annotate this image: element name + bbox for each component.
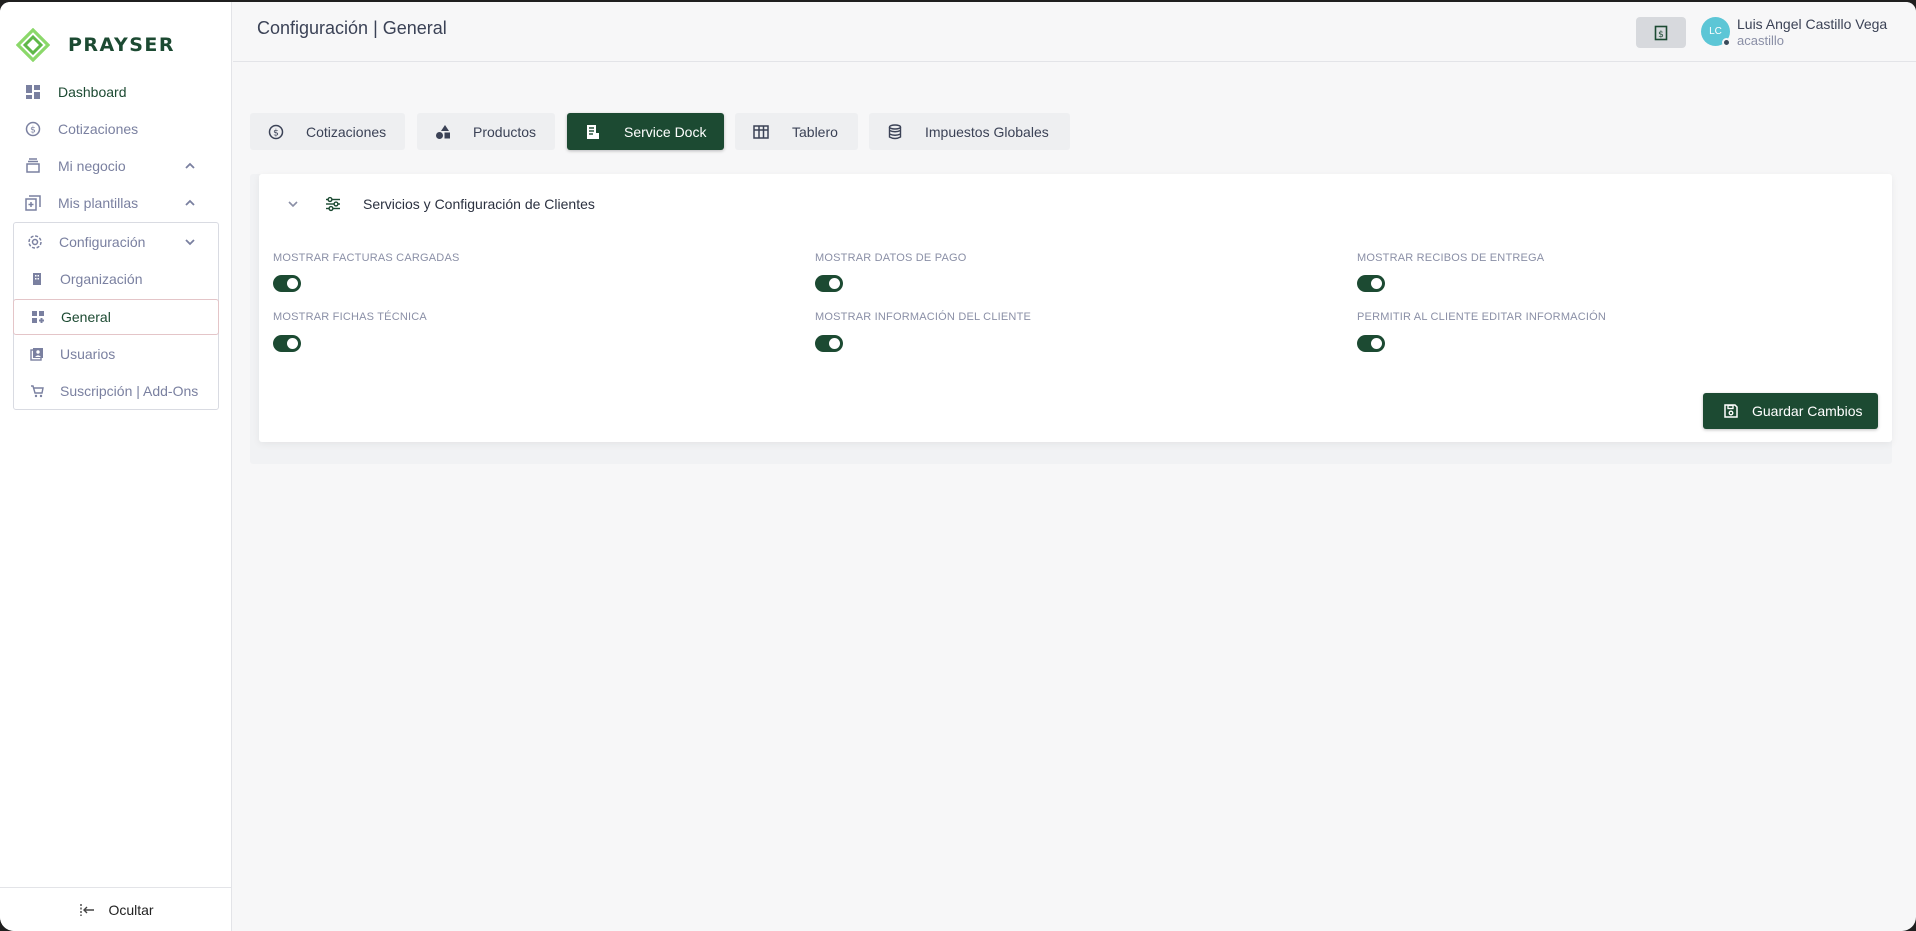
tab-label: Service Dock [624, 123, 707, 140]
table-icon [753, 124, 769, 140]
grid-icon [30, 309, 46, 325]
tab-tablero[interactable]: Tablero [735, 113, 858, 150]
templates-icon [24, 194, 42, 212]
brand-name: PRAYSER [68, 34, 175, 56]
toggle-editar-informacion[interactable] [1357, 335, 1385, 352]
sidebar-item-mis-plantillas[interactable]: Mis plantillas [0, 186, 232, 220]
chevron-down-icon[interactable] [285, 196, 301, 212]
sidebar-subitem-usuarios[interactable]: Usuarios [13, 336, 219, 372]
tab-service-dock[interactable]: Service Dock [567, 113, 724, 150]
dollar-circle-icon: $ [268, 124, 284, 140]
card-header: Servicios y Configuración de Clientes [259, 174, 1892, 234]
top-header: Configuración | General $ LC Luis Angel … [233, 2, 1916, 62]
save-changes-button[interactable]: Guardar Cambios [1703, 393, 1878, 429]
sidebar-item-label: Dashboard [58, 84, 127, 100]
tab-label: Cotizaciones [306, 123, 387, 140]
dollar-circle-icon: $ [24, 120, 42, 138]
dashboard-icon [24, 83, 42, 101]
sidebar-item-label: Mi negocio [58, 158, 126, 174]
toggle-knob [287, 338, 298, 349]
sidebar-item-label: Configuración [59, 234, 146, 250]
prayser-logo-icon [16, 28, 50, 62]
toggle-knob [829, 278, 840, 289]
sidebar-item-label: Cotizaciones [58, 121, 139, 137]
option-label: MOSTRAR FACTURAS CARGADAS [273, 252, 460, 264]
user-name[interactable]: Luis Angel Castillo Vega [1737, 16, 1887, 32]
gear-icon [26, 233, 44, 251]
avatar-initials: LC [1709, 26, 1722, 37]
hide-sidebar-button[interactable]: Ocultar [0, 887, 232, 931]
status-dot [1722, 38, 1731, 47]
toggle-knob [1371, 278, 1382, 289]
option-label: PERMITIR AL CLIENTE EDITAR INFORMACIÓN [1357, 311, 1607, 323]
hide-sidebar-label: Ocultar [108, 901, 154, 918]
invoice-dollar-icon: $ [1654, 25, 1668, 40]
sidebar-item-label: Mis plantillas [58, 195, 139, 211]
sidebar-subitem-general[interactable]: General [13, 299, 219, 335]
sidebar-item-configuracion[interactable]: Configuración [0, 225, 232, 259]
sidebar-item-cotizaciones[interactable]: $ Cotizaciones [0, 112, 232, 146]
sidebar-item-mi-negocio[interactable]: Mi negocio [0, 149, 232, 183]
database-icon [887, 123, 903, 140]
sidebar-subitem-label: General [61, 309, 111, 325]
sliders-icon [326, 196, 340, 212]
save-changes-label: Guardar Cambios [1752, 403, 1863, 419]
svg-text:$: $ [30, 126, 36, 136]
chevron-up-icon[interactable] [183, 159, 197, 173]
toggle-facturas-cargadas[interactable] [273, 275, 301, 292]
toggle-informacion-del-cliente[interactable] [815, 335, 843, 352]
toggle-datos-de-pago[interactable] [815, 275, 843, 292]
chevron-up-icon[interactable] [183, 196, 197, 210]
avatar[interactable]: LC [1701, 17, 1731, 47]
tab-cotizaciones[interactable]: $ Cotizaciones [250, 113, 405, 150]
option-label: MOSTRAR INFORMACIÓN DEL CLIENTE [815, 311, 1032, 323]
option-label: MOSTRAR RECIBOS DE ENTREGA [1357, 252, 1545, 264]
sidebar-subitem-suscripcion[interactable]: Suscripción | Add-Ons [13, 373, 219, 409]
document-icon [585, 124, 601, 140]
toggle-recibos-de-entrega[interactable] [1357, 275, 1385, 292]
sidebar: PRAYSER Dashboard $ Cotizaciones Mi nego… [0, 2, 232, 931]
svg-text:$: $ [1658, 30, 1664, 40]
toggle-fichas-tecnica[interactable] [273, 335, 301, 352]
sidebar-subitem-label: Usuarios [60, 346, 116, 362]
collapse-left-icon [80, 903, 95, 916]
building-icon [29, 271, 45, 287]
sidebar-item-dashboard[interactable]: Dashboard [0, 75, 232, 109]
settings-card: Servicios y Configuración de Clientes MO… [259, 174, 1892, 442]
chevron-down-icon[interactable] [183, 235, 197, 249]
sidebar-subitem-label: Organización [60, 271, 143, 287]
cart-icon [29, 383, 45, 399]
toggle-knob [1371, 338, 1382, 349]
card-title: Servicios y Configuración de Clientes [363, 196, 595, 212]
toggle-knob [829, 338, 840, 349]
floppy-disk-icon [1724, 404, 1738, 418]
sidebar-subitem-label: Suscripción | Add-Ons [60, 383, 199, 399]
inbox-stack-icon [24, 157, 42, 175]
tab-impuestos-globales[interactable]: Impuestos Globales [869, 113, 1070, 150]
tab-label: Impuestos Globales [925, 123, 1049, 140]
users-icon [29, 346, 45, 362]
tab-label: Tablero [792, 123, 838, 140]
quote-button[interactable]: $ [1636, 17, 1686, 48]
tab-label: Productos [473, 123, 537, 140]
option-label: MOSTRAR DATOS DE PAGO [815, 252, 967, 264]
toggle-knob [287, 278, 298, 289]
user-handle: acastillo [1737, 33, 1784, 48]
page-title: Configuración | General [257, 18, 447, 38]
app-window: PRAYSER Dashboard $ Cotizaciones Mi nego… [0, 2, 1916, 931]
sidebar-subitem-organizacion[interactable]: Organización [13, 261, 219, 297]
option-label: MOSTRAR FICHAS TÉCNICA [273, 311, 427, 323]
brand-logo[interactable]: PRAYSER [16, 28, 175, 62]
shapes-icon [435, 124, 451, 140]
tab-productos[interactable]: Productos [417, 113, 555, 150]
svg-text:$: $ [273, 128, 279, 138]
